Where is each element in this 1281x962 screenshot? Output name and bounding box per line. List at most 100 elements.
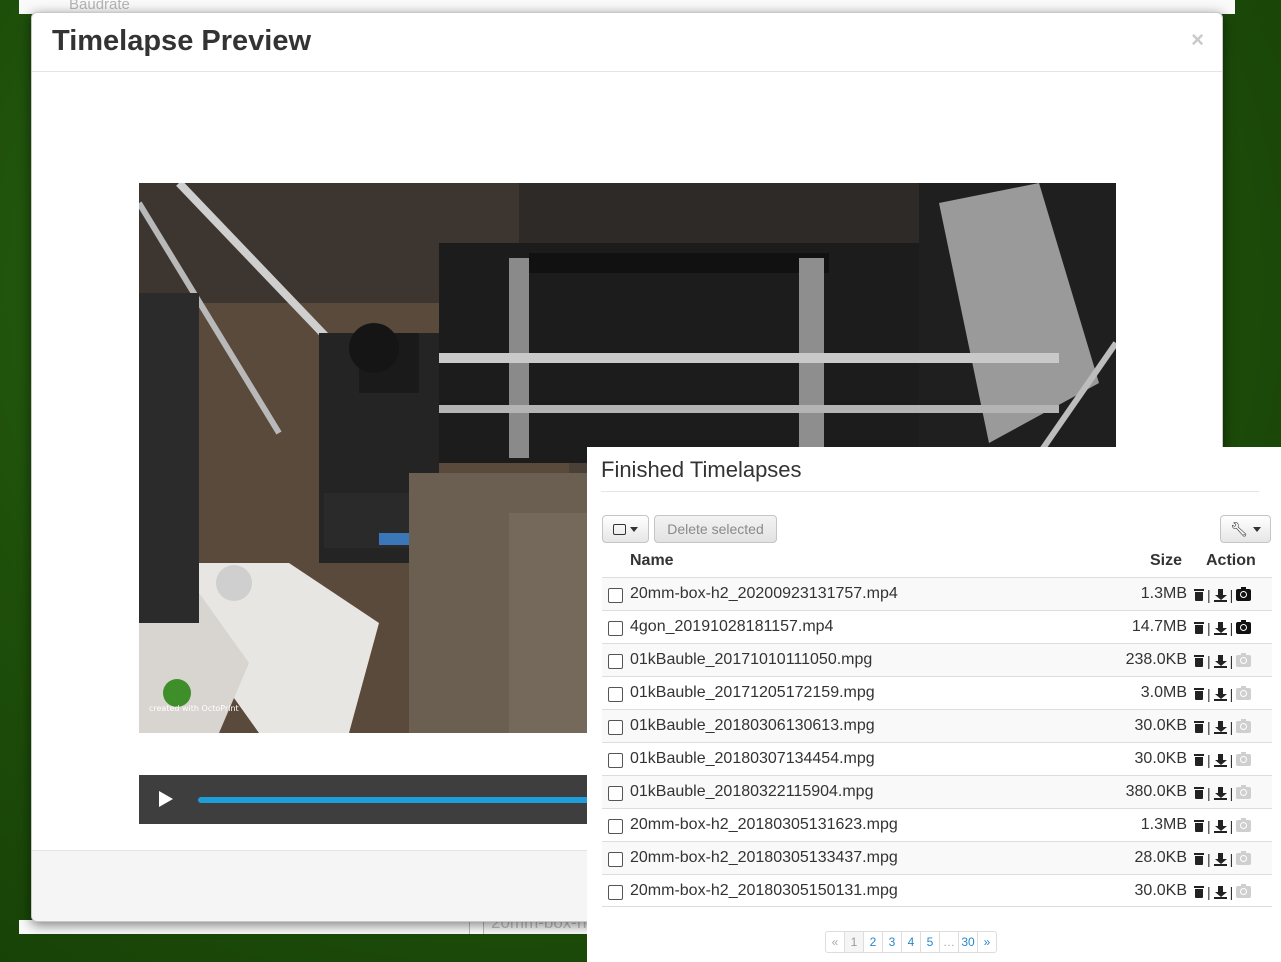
- pagination-page[interactable]: 4: [901, 931, 921, 953]
- column-header-name[interactable]: Name: [630, 552, 674, 570]
- separator: |: [1207, 686, 1211, 702]
- trash-icon[interactable]: [1194, 622, 1204, 634]
- table-row: 20mm-box-h2_20200923131757.mp4 1.3MB | |: [602, 577, 1272, 610]
- camera-icon: [1236, 752, 1252, 766]
- separator: |: [1229, 620, 1234, 636]
- separator: |: [1207, 620, 1211, 636]
- close-icon[interactable]: ×: [1191, 27, 1204, 53]
- column-header-size[interactable]: Size: [1150, 552, 1182, 570]
- camera-icon: [1236, 818, 1252, 832]
- file-size: 1.3MB: [1140, 816, 1187, 833]
- row-checkbox[interactable]: [608, 720, 623, 735]
- trash-icon[interactable]: [1194, 655, 1204, 667]
- wrench-icon: 🔧︎: [1230, 520, 1248, 537]
- chevron-down-icon: [1252, 526, 1261, 532]
- trash-icon[interactable]: [1194, 886, 1204, 898]
- camera-icon: [1236, 719, 1252, 733]
- pagination-next[interactable]: »: [977, 931, 997, 953]
- separator: |: [1207, 851, 1211, 867]
- separator: |: [1229, 818, 1234, 834]
- file-size: 30.0KB: [1134, 750, 1187, 767]
- file-name-link[interactable]: 01kBauble_20180306130613.mpg: [630, 717, 875, 735]
- separator: |: [1207, 587, 1211, 603]
- row-actions: | |: [1194, 883, 1252, 901]
- separator: |: [1229, 653, 1234, 669]
- trash-icon[interactable]: [1194, 589, 1204, 601]
- file-name-link[interactable]: 01kBauble_20171010111050.mpg: [630, 651, 872, 669]
- separator: |: [1207, 785, 1211, 801]
- play-icon[interactable]: [159, 791, 173, 807]
- row-actions: | |: [1194, 652, 1252, 670]
- separator: |: [1207, 653, 1211, 669]
- pagination: «1 2 3 4 5… 30»: [825, 931, 997, 953]
- file-size: 28.0KB: [1134, 849, 1187, 866]
- row-checkbox[interactable]: [608, 687, 623, 702]
- file-name-link[interactable]: 01kBauble_20171205172159.mpg: [630, 684, 875, 702]
- delete-selected-button[interactable]: Delete selected: [654, 515, 777, 543]
- trash-icon[interactable]: [1194, 820, 1204, 832]
- camera-icon[interactable]: [1236, 587, 1252, 601]
- download-icon[interactable]: [1213, 621, 1227, 635]
- download-icon[interactable]: [1213, 588, 1227, 602]
- timelapse-list: 20mm-box-h2_20200923131757.mp4 1.3MB | | 4go…: [602, 577, 1272, 907]
- trash-icon[interactable]: [1194, 787, 1204, 799]
- pagination-page[interactable]: 2: [863, 931, 883, 953]
- row-checkbox[interactable]: [608, 621, 623, 636]
- download-icon[interactable]: [1213, 753, 1227, 767]
- pagination-page: 1: [844, 931, 864, 953]
- row-checkbox[interactable]: [608, 786, 623, 801]
- row-checkbox[interactable]: [608, 588, 623, 603]
- row-checkbox[interactable]: [608, 819, 623, 834]
- background-page-lower: 20mm-box-h: [19, 920, 589, 934]
- trash-icon[interactable]: [1194, 721, 1204, 733]
- row-checkbox[interactable]: [608, 885, 623, 900]
- row-actions: | |: [1194, 586, 1252, 604]
- camera-icon[interactable]: [1236, 620, 1252, 634]
- chevron-down-icon: [630, 526, 638, 532]
- file-size: 1.3MB: [1140, 585, 1187, 602]
- row-actions: | |: [1194, 784, 1252, 802]
- camera-icon: [1236, 884, 1252, 898]
- file-name-link[interactable]: 01kBauble_20180307134454.mpg: [630, 750, 875, 768]
- pagination-page[interactable]: 30: [958, 931, 978, 953]
- download-icon[interactable]: [1213, 819, 1227, 833]
- trash-icon[interactable]: [1194, 754, 1204, 766]
- download-icon[interactable]: [1213, 687, 1227, 701]
- row-checkbox[interactable]: [608, 852, 623, 867]
- download-icon[interactable]: [1213, 852, 1227, 866]
- camera-icon: [1236, 851, 1252, 865]
- download-icon[interactable]: [1213, 786, 1227, 800]
- file-name-link[interactable]: 20mm-box-h2_20180305131623.mpg: [630, 816, 898, 834]
- row-actions: | |: [1194, 751, 1252, 769]
- trash-icon[interactable]: [1194, 853, 1204, 865]
- trash-icon[interactable]: [1194, 688, 1204, 700]
- pagination-ellipsis: …: [939, 931, 959, 953]
- file-name-link[interactable]: 4gon_20191028181157.mp4: [630, 618, 833, 636]
- pagination-page[interactable]: 5: [920, 931, 940, 953]
- file-name-link[interactable]: 20mm-box-h2_20180305150131.mpg: [630, 882, 898, 900]
- download-icon[interactable]: [1213, 654, 1227, 668]
- table-row: 01kBauble_20180322115904.mpg 380.0KB | |: [602, 775, 1272, 808]
- checkbox-icon: [613, 523, 626, 535]
- camera-icon: [1236, 785, 1252, 799]
- download-icon[interactable]: [1213, 720, 1227, 734]
- modal-title: Timelapse Preview: [52, 25, 312, 57]
- table-row: 20mm-box-h2_20180305150131.mpg 30.0KB | |: [602, 874, 1272, 907]
- select-dropdown-button[interactable]: [602, 515, 649, 543]
- separator: |: [1229, 587, 1234, 603]
- file-name-link[interactable]: 01kBauble_20180322115904.mpg: [630, 783, 873, 801]
- file-size: 14.7MB: [1131, 618, 1187, 635]
- separator: |: [1229, 785, 1234, 801]
- row-actions: | |: [1194, 850, 1252, 868]
- pagination-page[interactable]: 3: [882, 931, 902, 953]
- file-size: 30.0KB: [1134, 717, 1187, 734]
- table-row: 01kBauble_20180306130613.mpg 30.0KB | |: [602, 709, 1272, 742]
- row-checkbox[interactable]: [608, 753, 623, 768]
- settings-dropdown-button[interactable]: 🔧︎: [1220, 515, 1271, 543]
- download-icon[interactable]: [1213, 885, 1227, 899]
- column-header-action: Action: [1206, 552, 1256, 569]
- row-actions: | |: [1194, 619, 1252, 637]
- file-name-link[interactable]: 20mm-box-h2_20200923131757.mp4: [630, 585, 898, 603]
- file-name-link[interactable]: 20mm-box-h2_20180305133437.mpg: [630, 849, 898, 867]
- row-checkbox[interactable]: [608, 654, 623, 669]
